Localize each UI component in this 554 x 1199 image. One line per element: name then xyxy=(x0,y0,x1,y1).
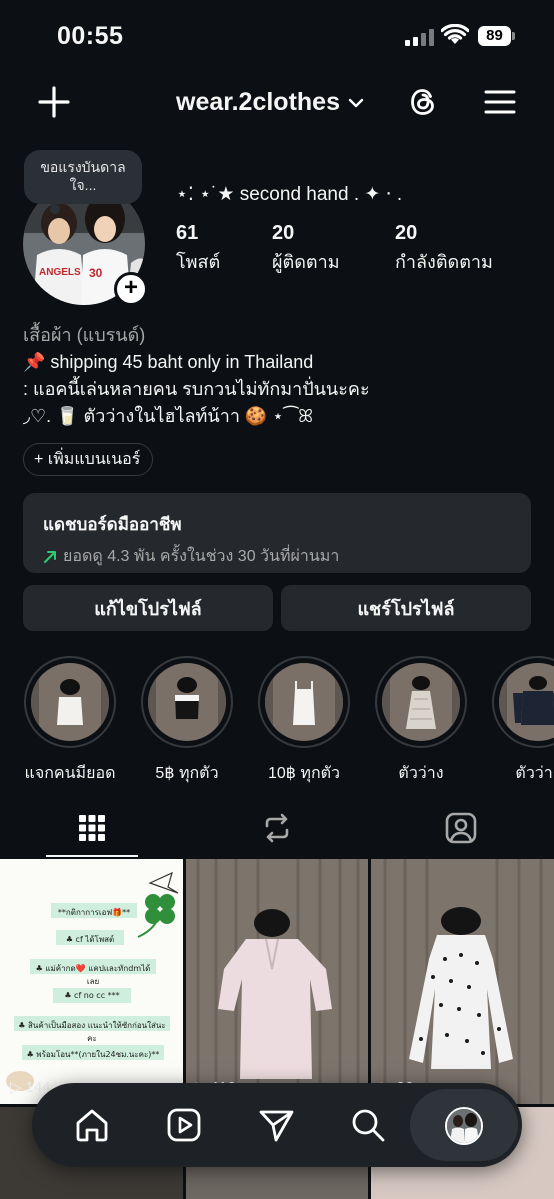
highlight-item[interactable]: 5฿ ทุกตัว xyxy=(141,656,233,786)
active-tab-indicator xyxy=(46,855,138,857)
edit-profile-button[interactable]: แก้ไขโปรไฟล์ xyxy=(23,585,273,631)
stat-followers-count: 20 xyxy=(272,222,295,244)
post-thumbnail[interactable]: ▷116 xyxy=(186,859,368,1104)
svg-text:30: 30 xyxy=(89,266,103,280)
highlight-label: 10฿ ทุกตัว xyxy=(267,765,341,782)
threads-icon[interactable] xyxy=(406,85,440,119)
add-banner-button[interactable]: + เพิ่มแบนเนอร์ xyxy=(23,443,154,476)
stat-posts-count: 61 xyxy=(176,222,199,244)
header-username: wear.2clothes xyxy=(176,88,340,116)
stat-following-label: กำลังติดตาม xyxy=(395,252,493,272)
hamburger-menu-icon[interactable] xyxy=(484,88,516,116)
chevron-down-icon xyxy=(348,98,364,107)
post-thumbnail[interactable]: **กติกาการเอฟ🎁** ♣ cf ได้โพสต์ ♣ แม่ค้าก… xyxy=(0,859,183,1104)
bio-line: ◞♡. 🥛 ตัวว่างในไฮไลท์น้าา 🍪 ⋆⁀ꕤ xyxy=(23,406,314,426)
bio: เสื้อผ้า (แบรนด์) 📌 shipping 45 baht onl… xyxy=(23,322,370,430)
battery-icon: 89 xyxy=(478,26,516,46)
search-icon[interactable] xyxy=(346,1103,390,1147)
highlight-item[interactable]: 10฿ ทุกตัว xyxy=(258,656,350,786)
battery-level: 89 xyxy=(478,26,511,46)
highlight-cover xyxy=(31,663,109,741)
profile-screen: 00:55 89 wear.2clothes ANGELS 30 + ขอแรง… xyxy=(0,0,554,1199)
home-icon[interactable] xyxy=(70,1103,114,1147)
stat-following-count: 20 xyxy=(395,222,418,244)
stat-posts[interactable]: 61 โพสต์ xyxy=(176,222,220,276)
add-story-button[interactable]: + xyxy=(114,272,148,306)
highlight-cover xyxy=(265,663,343,741)
dashboard-subtitle: ยอดดู 4.3 พัน ครั้งในช่วง 30 วันที่ผ่านม… xyxy=(63,548,340,565)
stat-posts-label: โพสต์ xyxy=(176,252,221,272)
add-banner-label: + เพิ่มแบนเนอร์ xyxy=(34,451,141,468)
share-profile-label: แชร์โปรไฟล์ xyxy=(357,598,455,619)
rules-line: ♣ cf ได้โพสต์ xyxy=(65,935,115,944)
edit-profile-label: แก้ไขโปรไฟล์ xyxy=(94,598,202,619)
stat-followers-label: ผู้ติดตาม xyxy=(272,252,340,272)
rules-line: ♣ พร้อมโอน**(ภายใน24ชม.นะคะ)** xyxy=(26,1050,160,1059)
dashboard-title: แดชบอร์ดมืออาชีพ xyxy=(43,515,182,534)
create-plus-icon[interactable] xyxy=(36,84,72,120)
stat-followers[interactable]: 20 ผู้ติดตาม xyxy=(272,222,340,276)
rules-line: ♣ สินค้าเป็นมือสอง แนะนำให้ซักก่อนใส่นะค… xyxy=(18,1021,166,1043)
account-switcher[interactable]: wear.2clothes xyxy=(176,88,364,117)
share-profile-button[interactable]: แชร์โปรไฟล์ xyxy=(281,585,531,631)
dashboard-subtitle-row: ยอดดู 4.3 พัน ครั้งในช่วง 30 วันที่ผ่านม… xyxy=(43,544,511,569)
status-bar: 00:55 89 xyxy=(0,0,554,70)
highlight-item[interactable]: ตัวว่าง xyxy=(375,656,467,786)
stat-following[interactable]: 20 กำลังติดตาม xyxy=(395,222,493,276)
bottom-navigation xyxy=(32,1083,522,1167)
highlight-item[interactable]: ตัวว่าง xyxy=(492,656,554,786)
highlight-item[interactable]: แจกคนมียอด xyxy=(24,656,116,786)
cellular-signal-icon xyxy=(405,28,435,46)
play-icon: ▷ xyxy=(10,1079,22,1096)
reels-icon[interactable] xyxy=(162,1103,206,1147)
highlight-label: แจกคนมียอด xyxy=(24,765,116,782)
highlight-cover xyxy=(148,663,226,741)
wifi-icon xyxy=(441,24,469,44)
profile-tab[interactable] xyxy=(410,1089,518,1161)
rules-line: ♣ cf no cc *** xyxy=(64,991,120,1000)
rules-line: ♣ แม่ค้ากด❤️ แคปและทักdmได้เลย xyxy=(35,964,151,986)
highlight-cover xyxy=(499,663,554,741)
professional-dashboard[interactable]: แดชบอร์ดมืออาชีพ ยอดดู 4.3 พัน ครั้งในช่… xyxy=(23,493,531,573)
profile-note[interactable]: ขอแรงบันดาลใจ... xyxy=(24,150,142,214)
trend-up-arrow-icon xyxy=(44,550,56,563)
display-name: ⋆⁚ ⋆˙★ second hand . ✦ ⋅ . xyxy=(176,184,403,205)
highlight-label: 5฿ ทุกตัว xyxy=(155,765,219,782)
rules-line: **กติกาการเอฟ🎁** xyxy=(57,908,131,917)
highlight-label: ตัวว่าง xyxy=(398,765,444,782)
tagged-icon[interactable] xyxy=(441,808,481,848)
highlight-label: ตัวว่าง xyxy=(515,765,554,782)
status-time: 00:55 xyxy=(57,22,124,50)
bio-category: เสื้อผ้า (แบรนด์) xyxy=(23,325,146,345)
profile-avatar xyxy=(445,1107,483,1145)
grid-icon[interactable] xyxy=(72,808,112,848)
svg-text:ANGELS: ANGELS xyxy=(39,267,81,278)
post-thumbnail[interactable]: ▷96 xyxy=(371,859,554,1104)
send-icon[interactable] xyxy=(254,1103,298,1147)
bio-line: 📌 shipping 45 baht only in Thailand xyxy=(23,352,314,372)
highlight-cover xyxy=(382,663,460,741)
bio-line: : แอคนี้เล่นหลายคน รบกวนไม่ทักมาปั่นนะคะ xyxy=(23,379,370,399)
reels-repost-icon[interactable] xyxy=(257,808,297,848)
